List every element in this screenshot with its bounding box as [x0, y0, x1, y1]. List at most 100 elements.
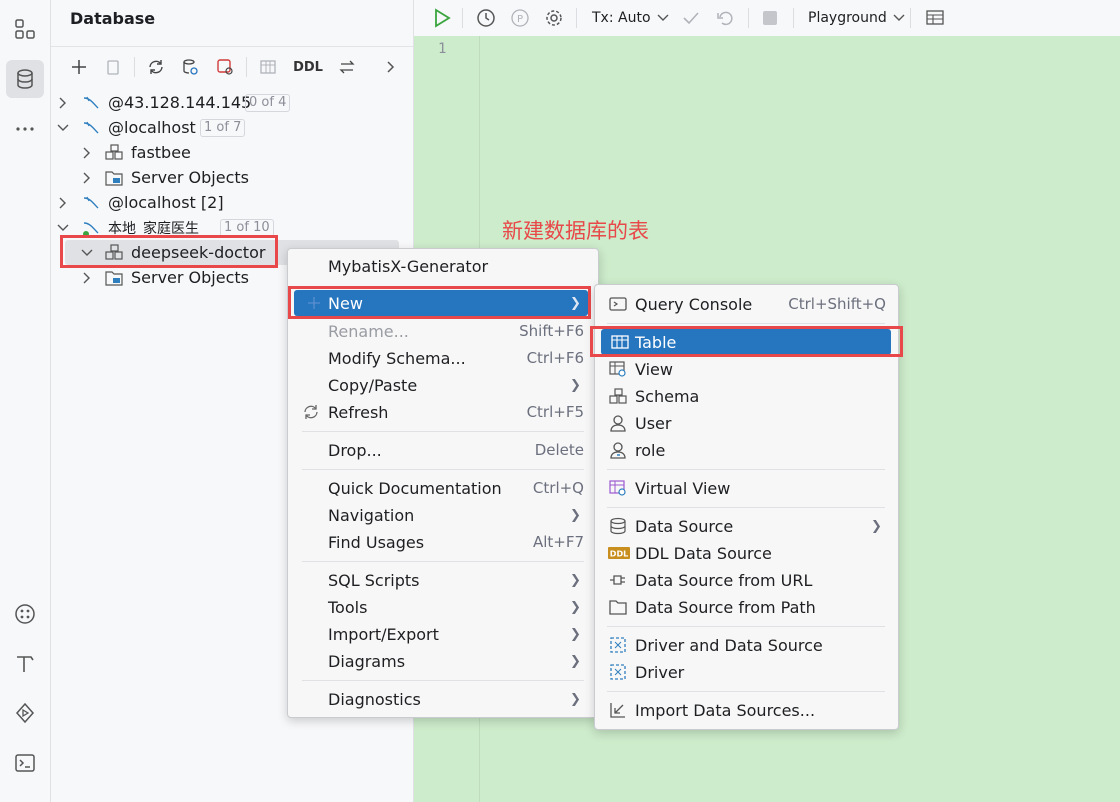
server-objects-icon — [104, 268, 124, 288]
run-icon[interactable] — [6, 694, 44, 732]
menu-item-new[interactable]: New ❯ — [294, 290, 588, 316]
chevron-right-icon: ❯ — [871, 518, 882, 534]
submenu-item-data-source[interactable]: Data Source ❯ — [595, 513, 898, 539]
menu-item-quick-documentation[interactable]: Quick Documentation Ctrl+Q — [288, 475, 598, 501]
chevron-right-icon[interactable] — [81, 172, 93, 184]
schema-icon — [104, 143, 124, 163]
submenu-item-import-data-sources[interactable]: Import Data Sources... — [595, 697, 898, 723]
url-plug-icon — [610, 575, 625, 585]
menu-item-sql-scripts[interactable]: SQL Scripts ❯ — [288, 567, 598, 593]
submenu-item-data-source-path[interactable]: Data Source from Path — [595, 594, 898, 620]
mysql-icon — [81, 193, 101, 213]
terminal-icon[interactable] — [6, 744, 44, 782]
menu-item-drop[interactable]: Drop... Delete — [288, 437, 598, 463]
submenu-item-role[interactable]: role — [595, 437, 898, 463]
tx-mode-label: Tx: Auto — [592, 10, 651, 26]
submenu-item-table[interactable]: Table — [601, 329, 891, 355]
disconnect-icon[interactable] — [214, 56, 236, 78]
chevron-down-icon[interactable] — [57, 122, 69, 134]
menu-item-rename[interactable]: Rename... Shift+F6 — [288, 318, 598, 344]
toolbar-separator — [910, 8, 911, 28]
tree-item-label: deepseek-doctor — [131, 243, 266, 262]
add-icon[interactable] — [68, 56, 90, 78]
chevron-right-icon: ❯ — [570, 691, 581, 707]
chevron-right-icon[interactable] — [81, 147, 93, 159]
editor-toolbar: P Tx: Auto Playground — [414, 0, 1120, 37]
db-toolbar: DDL — [51, 46, 413, 87]
submenu-item-query-console[interactable]: Query Console Ctrl+Shift+Q — [595, 291, 898, 317]
tree-item-schema[interactable]: fastbee — [51, 140, 413, 165]
menu-item-copy-paste[interactable]: Copy/Paste ❯ — [288, 372, 598, 398]
toolbar-separator — [462, 8, 463, 28]
user-icon — [610, 415, 626, 432]
schema-icon — [104, 243, 124, 263]
chevron-down-icon — [893, 14, 905, 21]
menu-item-tools[interactable]: Tools ❯ — [288, 594, 598, 620]
menu-item-refresh[interactable]: Refresh Ctrl+F5 — [288, 399, 598, 425]
services-icon[interactable] — [6, 595, 44, 633]
menu-item-import-export[interactable]: Import/Export ❯ — [288, 621, 598, 647]
menu-item-diagnostics[interactable]: Diagnostics ❯ — [288, 686, 598, 712]
history-icon[interactable] — [476, 4, 496, 32]
commit-icon[interactable] — [682, 4, 700, 32]
jump-to-console-icon[interactable] — [336, 56, 358, 78]
chevron-right-icon: ❯ — [570, 572, 581, 588]
context-menu: MybatisX-Generator New ❯ Rename... Shift+… — [287, 248, 599, 718]
ddl-button[interactable]: DDL — [291, 56, 325, 78]
table-view-icon[interactable] — [257, 56, 279, 78]
stop-icon[interactable] — [761, 4, 779, 32]
submenu-item-ddl-data-source[interactable]: DDL DDL Data Source — [595, 540, 898, 566]
menu-item-find-usages[interactable]: Find Usages Alt+F7 — [288, 529, 598, 555]
chevron-down-icon[interactable] — [81, 247, 93, 259]
submenu-item-driver[interactable]: Driver — [595, 659, 898, 685]
chevron-right-icon: ❯ — [570, 599, 581, 615]
menu-item-navigation[interactable]: Navigation ❯ — [288, 502, 598, 528]
menu-item-modify-schema[interactable]: Modify Schema... Ctrl+F6 — [288, 345, 598, 371]
plus-icon — [308, 297, 320, 309]
chevron-right-icon[interactable] — [380, 56, 402, 78]
toolbar-separator — [576, 8, 577, 28]
explain-plan-icon[interactable]: P — [510, 4, 530, 32]
chevron-right-icon[interactable] — [57, 197, 69, 209]
tree-item-datasource[interactable]: 本地_家庭医生 1 of 10 — [51, 215, 413, 240]
tree-item-datasource[interactable]: @43.128.144.145 0 of 4 — [51, 90, 413, 115]
table-icon — [611, 335, 629, 349]
line-number: 1 — [438, 41, 447, 57]
tree-item-label: Server Objects — [131, 168, 249, 187]
rollback-icon[interactable] — [716, 4, 734, 32]
ddl-icon: DDL — [608, 547, 630, 559]
chevron-right-icon: ❯ — [570, 295, 581, 311]
submenu-item-user[interactable]: User — [595, 410, 898, 436]
chevron-down-icon[interactable] — [57, 222, 69, 234]
table-results-icon[interactable] — [925, 4, 945, 32]
execute-icon[interactable] — [432, 4, 452, 32]
submenu-item-view[interactable]: View — [595, 356, 898, 382]
more-icon[interactable] — [6, 110, 44, 148]
chevron-right-icon[interactable] — [81, 272, 93, 284]
settings-icon[interactable] — [544, 4, 564, 32]
tree-item-server-objects[interactable]: Server Objects — [51, 165, 413, 190]
structure-icon[interactable] — [6, 10, 44, 48]
menu-item-diagrams[interactable]: Diagrams ❯ — [288, 648, 598, 674]
annotation-text: 新建数据库的表 — [502, 219, 649, 243]
refresh-icon[interactable] — [145, 56, 167, 78]
submenu-item-schema[interactable]: Schema — [595, 383, 898, 409]
submenu-item-virtual-view[interactable]: Virtual View — [595, 475, 898, 501]
tx-mode-dropdown[interactable]: Tx: Auto — [592, 4, 670, 32]
chevron-right-icon[interactable] — [57, 97, 69, 109]
copy-icon[interactable] — [102, 56, 124, 78]
submenu-item-data-source-url[interactable]: Data Source from URL — [595, 567, 898, 593]
tree-item-datasource[interactable]: @localhost 1 of 7 — [51, 115, 413, 140]
schema-count-badge: 1 of 10 — [220, 218, 274, 237]
playground-dropdown[interactable]: Playground — [808, 4, 906, 32]
submenu-item-driver-and-data-source[interactable]: Driver and Data Source — [595, 632, 898, 658]
import-icon — [610, 703, 625, 718]
driver-icon — [610, 637, 626, 653]
menu-item-mybatisx[interactable]: MybatisX-Generator — [288, 253, 598, 279]
tree-item-datasource[interactable]: @localhost [2] — [51, 190, 413, 215]
chevron-right-icon: ❯ — [570, 653, 581, 669]
database-icon[interactable] — [6, 60, 44, 98]
data-source-properties-icon[interactable] — [179, 56, 201, 78]
tree-item-label: @43.128.144.145 — [108, 93, 252, 112]
build-icon[interactable] — [6, 644, 44, 682]
